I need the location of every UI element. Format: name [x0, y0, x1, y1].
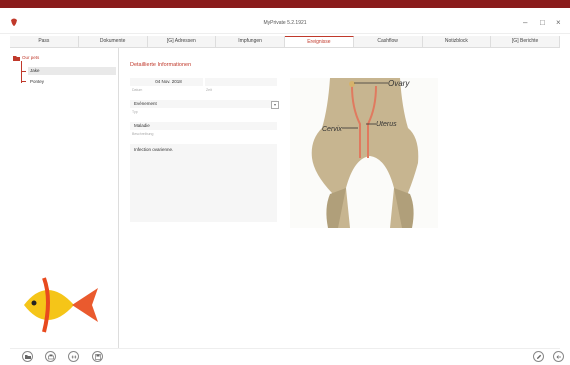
- top-accent-bar: [0, 0, 570, 8]
- chevron-down-icon[interactable]: ▾: [271, 101, 279, 109]
- date-caption: Datum: [132, 88, 143, 92]
- save-button[interactable]: [92, 351, 103, 362]
- uterus-label: Uterus: [376, 121, 397, 128]
- sidebar: Our pets Jake Pontey: [10, 48, 119, 348]
- folder-button[interactable]: [22, 351, 33, 362]
- time-caption: Zeit: [206, 88, 212, 92]
- description-caption: Beschreibung: [132, 132, 154, 136]
- tab-notizblock[interactable]: Notizblock: [423, 36, 492, 47]
- folder-icon: [13, 56, 20, 61]
- tab-ereignisse[interactable]: Ereignisse: [285, 36, 354, 47]
- type-select[interactable]: Evènement: [130, 100, 277, 108]
- tab-dokumente[interactable]: Dokumente: [79, 36, 148, 47]
- tab-berichte[interactable]: [G] Berichte: [491, 36, 560, 47]
- description-field[interactable]: Maladie: [130, 122, 277, 130]
- back-button[interactable]: [553, 351, 564, 362]
- ovary-label: Ovary: [388, 79, 410, 88]
- link-button[interactable]: [68, 351, 79, 362]
- type-caption: Typ: [132, 110, 138, 114]
- tree-connector: [21, 81, 26, 82]
- print-button[interactable]: [45, 351, 56, 362]
- sidebar-item-jake[interactable]: Jake: [30, 68, 40, 73]
- close-button[interactable]: ×: [556, 19, 561, 27]
- save-icon: [94, 353, 101, 360]
- link-icon: [71, 354, 76, 359]
- sidebar-item-pontey[interactable]: Pontey: [30, 79, 44, 84]
- tab-adressen[interactable]: [G] Adressen: [148, 36, 217, 47]
- tree-connector: [21, 61, 22, 83]
- pencil-icon: [536, 354, 541, 359]
- maximize-button[interactable]: □: [540, 19, 545, 27]
- tree-connector: [21, 71, 26, 72]
- cervix-label: Cervix: [322, 126, 342, 133]
- print-icon: [47, 354, 54, 359]
- tab-impfungen[interactable]: Impfungen: [216, 36, 285, 47]
- event-image: Ovary Uterus Cervix: [290, 78, 438, 228]
- fish-logo-icon: [24, 277, 98, 333]
- arrow-left-icon: [556, 354, 561, 359]
- notes-textarea[interactable]: Infection ovarienne.: [130, 144, 277, 222]
- window-title: MyPrivate 5.2.1921: [263, 20, 307, 26]
- minimize-button[interactable]: –: [523, 19, 527, 27]
- tab-bar: Pass Dokumente [G] Adressen Impfungen Er…: [10, 36, 560, 48]
- tree-root-label[interactable]: Our pets: [22, 55, 39, 60]
- anatomy-illustration: Ovary Uterus Cervix: [290, 78, 438, 228]
- date-field[interactable]: 04 Nov. 2018: [130, 78, 203, 86]
- time-field[interactable]: [205, 78, 277, 86]
- tree-selection-highlight: [28, 67, 116, 75]
- edit-button[interactable]: [533, 351, 544, 362]
- folder-icon: [24, 354, 31, 359]
- detail-panel: Detaillierte Informationen 04 Nov. 2018 …: [120, 48, 560, 348]
- tab-cashflow[interactable]: Cashflow: [354, 36, 423, 47]
- tab-pass[interactable]: Pass: [10, 36, 79, 47]
- section-title: Detaillierte Informationen: [130, 62, 192, 68]
